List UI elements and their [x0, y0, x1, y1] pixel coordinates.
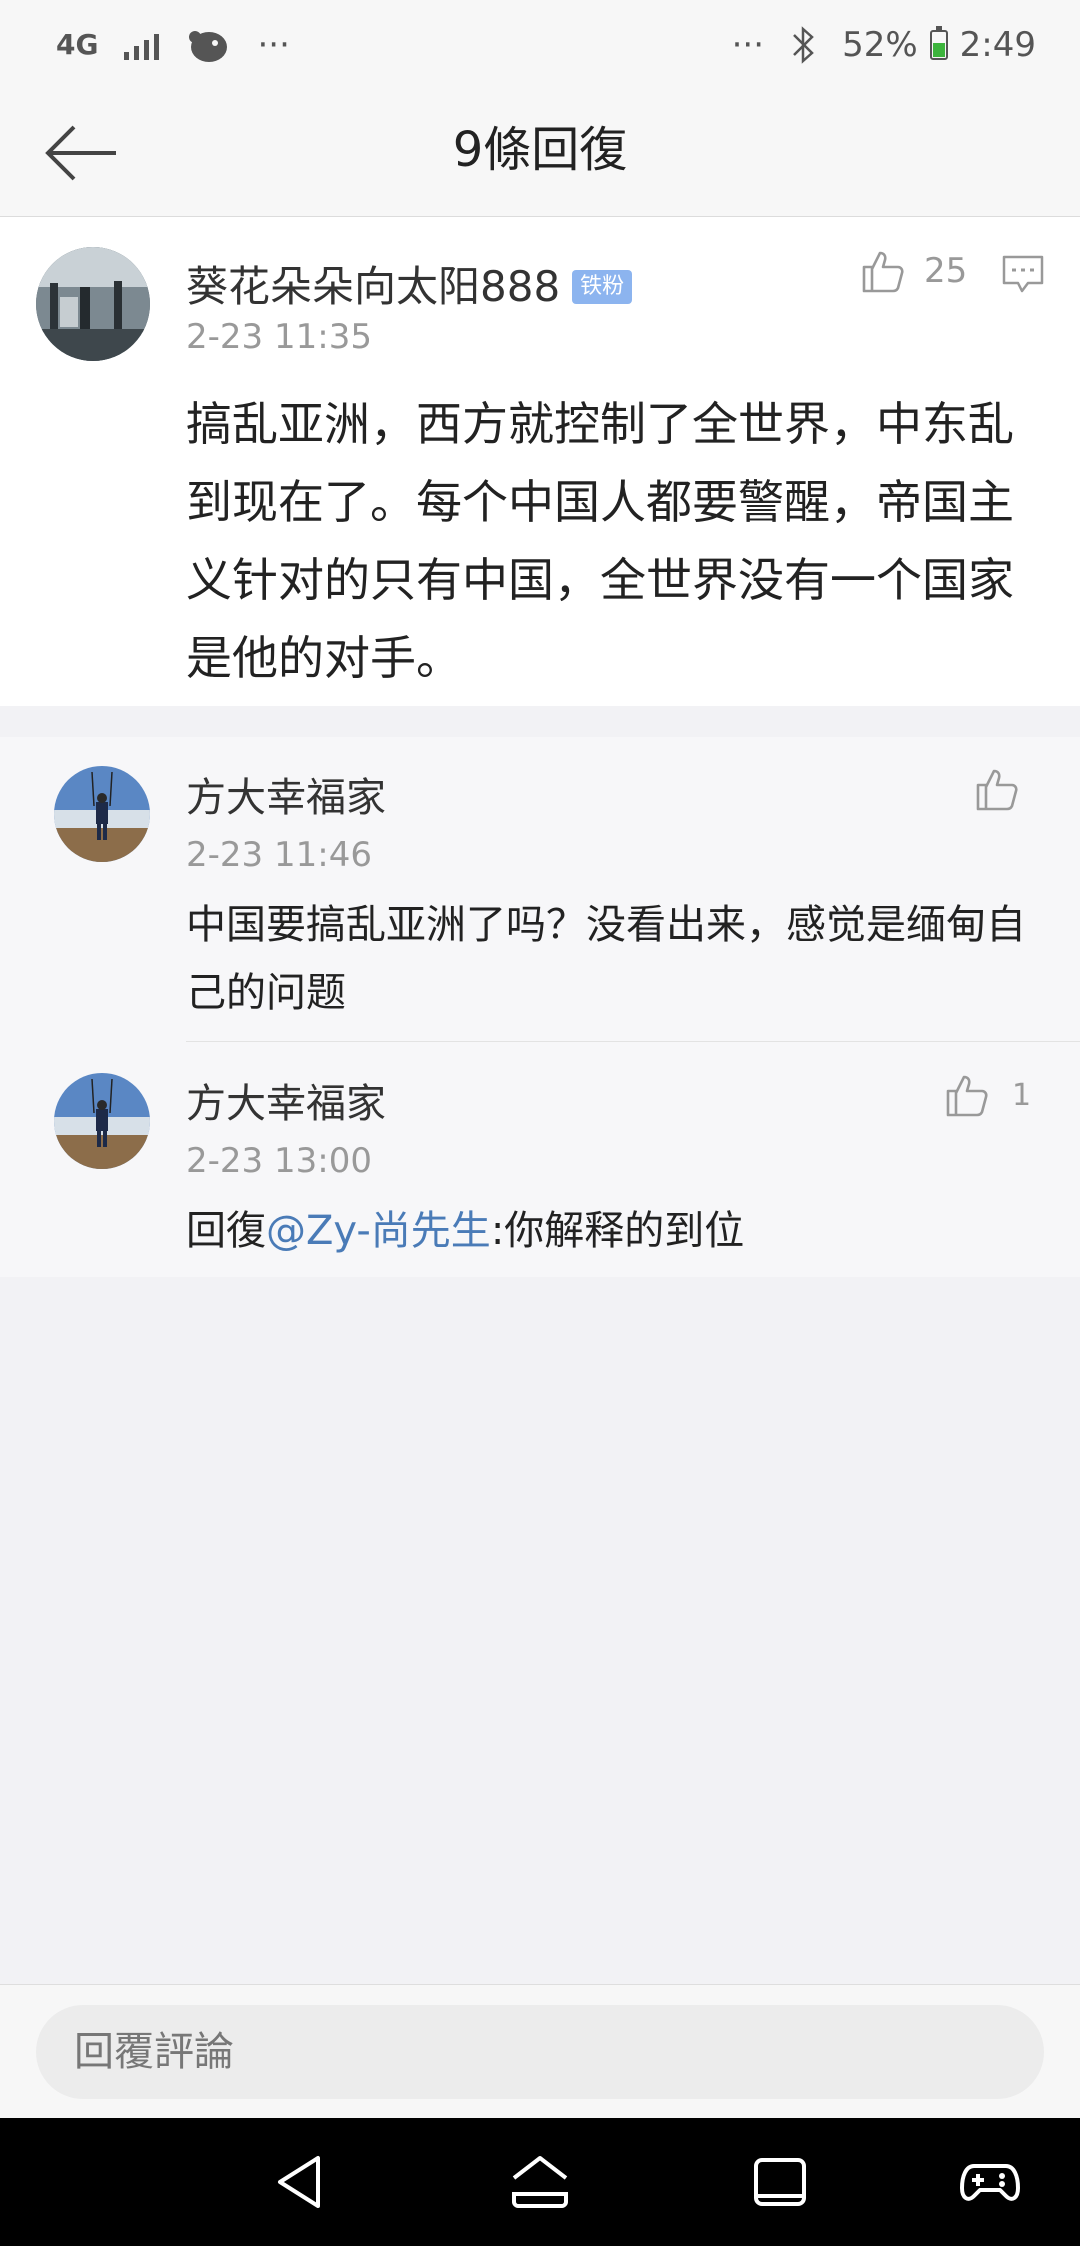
page-header: 9條回復: [0, 90, 1080, 217]
recent-apps-icon[interactable]: [748, 2150, 812, 2214]
avatar[interactable]: [36, 247, 150, 361]
comment-author[interactable]: 葵花朵朵向太阳888 铁粉: [186, 253, 633, 314]
comment-time: 2-23 11:35: [186, 317, 372, 357]
avatar[interactable]: [54, 1073, 150, 1169]
reply-input[interactable]: 回覆評論: [36, 2005, 1044, 2099]
author-name[interactable]: 葵花朵朵向太阳888: [186, 262, 560, 311]
like-button[interactable]: [972, 765, 1020, 813]
comment-author[interactable]: 方大幸福家: [186, 765, 386, 823]
replies-list: 方大幸福家 2-23 11:46 中国要搞乱亚洲了吗？没看出来，感觉是缅甸自己的…: [0, 737, 1080, 1277]
gamepad-icon[interactable]: [958, 2150, 1022, 2214]
battery-percent: 52%: [842, 25, 918, 65]
like-count: 1: [1012, 1077, 1032, 1113]
like-button[interactable]: 25: [858, 247, 967, 295]
avatar[interactable]: [54, 766, 150, 862]
comment-author[interactable]: 方大幸福家: [186, 1071, 386, 1129]
comment-text: 回復@Zy-尚先生:你解释的到位: [186, 1197, 1036, 1265]
bluetooth-icon: [793, 26, 814, 64]
battery-icon: [929, 26, 948, 60]
more-status-indicator: ···: [731, 25, 765, 65]
app-notification-icon: [189, 31, 228, 62]
network-type-indicator: 4G: [56, 28, 99, 61]
comment-text: 搞乱亚洲，西方就控制了全世界，中东乱到现在了。每个中国人都要警醒，帝国主义针对的…: [186, 397, 1014, 685]
thumbs-up-icon: [946, 1075, 988, 1117]
comment-time: 2-23 13:00: [186, 1141, 372, 1181]
back-triangle-icon[interactable]: [270, 2150, 334, 2214]
reply-bar: 回覆評論: [0, 1984, 1080, 2119]
like-button[interactable]: 1: [942, 1071, 1031, 1119]
like-count: 25: [924, 251, 968, 291]
thumbs-up-icon: [862, 251, 904, 293]
main-comment: 葵花朵朵向太阳888 铁粉 2-23 11:35 25 搞乱亚洲，西方就控制了全世…: [0, 217, 1080, 706]
status-bar: 4G ··· ··· 52% 2:49: [0, 0, 1080, 90]
comment-text: 中国要搞乱亚洲了吗？没看出来，感觉是缅甸自己的问题: [186, 902, 1026, 1016]
thumbs-up-icon: [976, 769, 1018, 811]
reply-text: :你解释的到位: [490, 1208, 745, 1254]
system-navigation-bar: [0, 2118, 1080, 2246]
mention-link[interactable]: @Zy-尚先生: [266, 1208, 491, 1254]
reply-prefix: 回復: [186, 1208, 266, 1254]
clock: 2:49: [959, 25, 1036, 65]
home-icon[interactable]: [508, 2150, 572, 2214]
page-title: 9條回復: [452, 122, 628, 178]
comment-icon[interactable]: [1002, 255, 1044, 295]
more-notifications-indicator: ···: [257, 25, 290, 65]
signal-icon: [124, 30, 160, 60]
divider: [186, 1041, 1080, 1042]
comment-time: 2-23 11:46: [186, 835, 372, 875]
fan-badge: 铁粉: [572, 269, 633, 304]
